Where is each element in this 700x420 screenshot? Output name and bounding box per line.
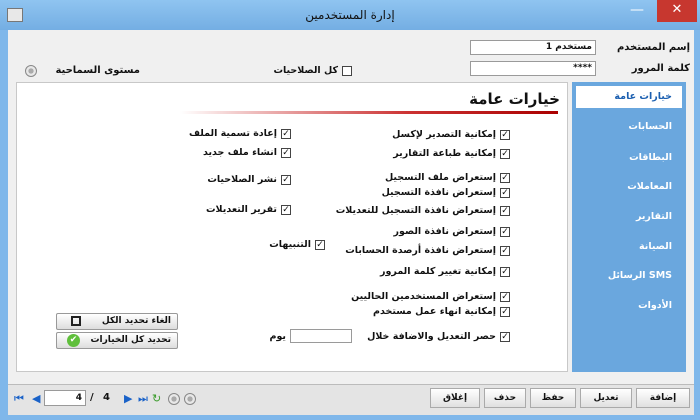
save-button[interactable]: حفظ [530,388,576,408]
unselect-all-button[interactable]: الغاء تحديد الكل [56,313,178,330]
first-record-icon[interactable]: ⏮ [14,392,24,406]
checkbox-alerts[interactable]: ✓ [315,240,325,250]
checkbox-publish-permissions[interactable]: ✓ [281,175,291,185]
empty-checkbox-icon [71,316,81,326]
minimize-button[interactable]: — [624,0,650,22]
close-button[interactable]: إغلاق [430,388,480,408]
option-alerts: التنبيهات [269,239,311,250]
record-total: 4 [103,392,110,403]
record-separator: / [90,392,94,403]
option-print-reports: إمكانية طباعة التقارير [393,148,496,159]
section-title: خيارات عامة [469,90,560,108]
password-field[interactable]: **** [470,61,596,76]
checkbox-view-log-edits[interactable]: ✓ [500,206,510,216]
status-indicator-icon [168,393,180,405]
checkbox-rename-file[interactable]: ✓ [281,129,291,139]
checkbox-view-log-window[interactable]: ✓ [500,188,510,198]
last-record-icon[interactable]: ⏭ [138,392,148,406]
sidebar-item-cards[interactable]: البطاقات [576,147,682,169]
all-permissions-checkbox[interactable] [342,66,352,76]
option-terminate-user: إمكانية انهاء عمل مستخدم [373,306,496,317]
option-export-excel: إمكانية التصدير لإكسل [392,129,496,140]
checkbox-new-file[interactable]: ✓ [281,148,291,158]
checkbox-view-images[interactable]: ✓ [500,227,510,237]
checkbox-view-log-file[interactable]: ✓ [500,173,510,183]
option-edits-report: تقرير التعديلات [206,204,277,215]
checkbox-view-current-users[interactable]: ✓ [500,292,510,302]
option-change-password: إمكانية تغيير كلمة المرور [380,266,496,277]
next-record-icon[interactable]: ▶ [124,392,132,405]
settings-indicator-icon[interactable] [184,393,196,405]
username-label: إسم المستخدم [616,42,690,53]
checkbox-view-balances[interactable]: ✓ [500,246,510,256]
sidebar-item-tools[interactable]: الأدوات [576,295,682,317]
checkbox-restrict-edit-period[interactable]: ✓ [500,332,510,342]
sidebar-item-reports[interactable]: التقارير [576,206,682,228]
password-label: كلمة المرور [631,63,690,74]
option-view-log-window: إستعراض نافذة التسجيل [381,187,496,198]
prev-record-icon[interactable]: ◀ [32,392,40,405]
green-check-icon: ✔ [67,334,80,347]
option-view-log-file: إستعراض ملف التسجيل [384,172,496,183]
checkbox-change-password[interactable]: ✓ [500,267,510,277]
unselect-all-label: الغاء تحديد الكل [101,316,171,326]
refresh-icon[interactable]: ↻ [152,392,161,405]
option-rename-file: إعادة تسمية الملف [188,128,277,139]
option-view-images: إستعراض نافذة الصور [393,226,496,237]
checkbox-export-excel[interactable]: ✓ [500,130,510,140]
edit-button[interactable]: تعديل [580,388,632,408]
add-button[interactable]: إضافة [636,388,690,408]
sidebar-item-accounts[interactable]: الحسابات [576,116,682,138]
record-number-input[interactable]: 4 [44,390,86,406]
delete-button[interactable]: حذف [484,388,526,408]
option-view-balances: إستعراض نافذة أرصدة الحسابات [345,245,496,256]
option-new-file: انشاء ملف جديد [203,147,277,158]
checkbox-terminate-user[interactable]: ✓ [500,307,510,317]
sidebar-item-maintenance[interactable]: الصيانة [576,236,682,258]
select-all-label: تحديد كل الخيارات [90,335,172,345]
days-input[interactable] [290,329,352,343]
days-unit-label: يوم [269,331,287,342]
checkbox-print-reports[interactable]: ✓ [500,149,510,159]
section-divider [180,111,558,114]
option-view-log-edits: إستعراض نافذة التسجيل للتعديلات [335,205,496,216]
checkbox-edits-report[interactable]: ✓ [281,205,291,215]
option-publish-permissions: نشر الصلاحيات [207,174,277,185]
window-title: إدارة المستخدمين [305,8,395,22]
option-restrict-edit-period: حصر التعديل والاضافة خلال [367,331,496,342]
select-all-button[interactable]: تحديد كل الخيارات ✔ [56,332,178,349]
username-field[interactable]: مستخدم 1 [470,40,596,55]
option-view-current-users: إستعراض المستخدمين الحاليين [351,291,496,302]
tolerance-label: مستوى السماحية [55,65,140,76]
all-permissions-label: كل الصلاحيات [273,65,338,76]
sidebar-item-general[interactable]: خيارات عامة [576,86,682,108]
close-window-button[interactable]: ✕ [657,0,697,22]
tolerance-radio[interactable] [25,65,37,77]
sidebar-item-transactions[interactable]: المعاملات [576,176,682,198]
sidebar-item-sms[interactable]: الرسائل SMS [576,265,682,287]
